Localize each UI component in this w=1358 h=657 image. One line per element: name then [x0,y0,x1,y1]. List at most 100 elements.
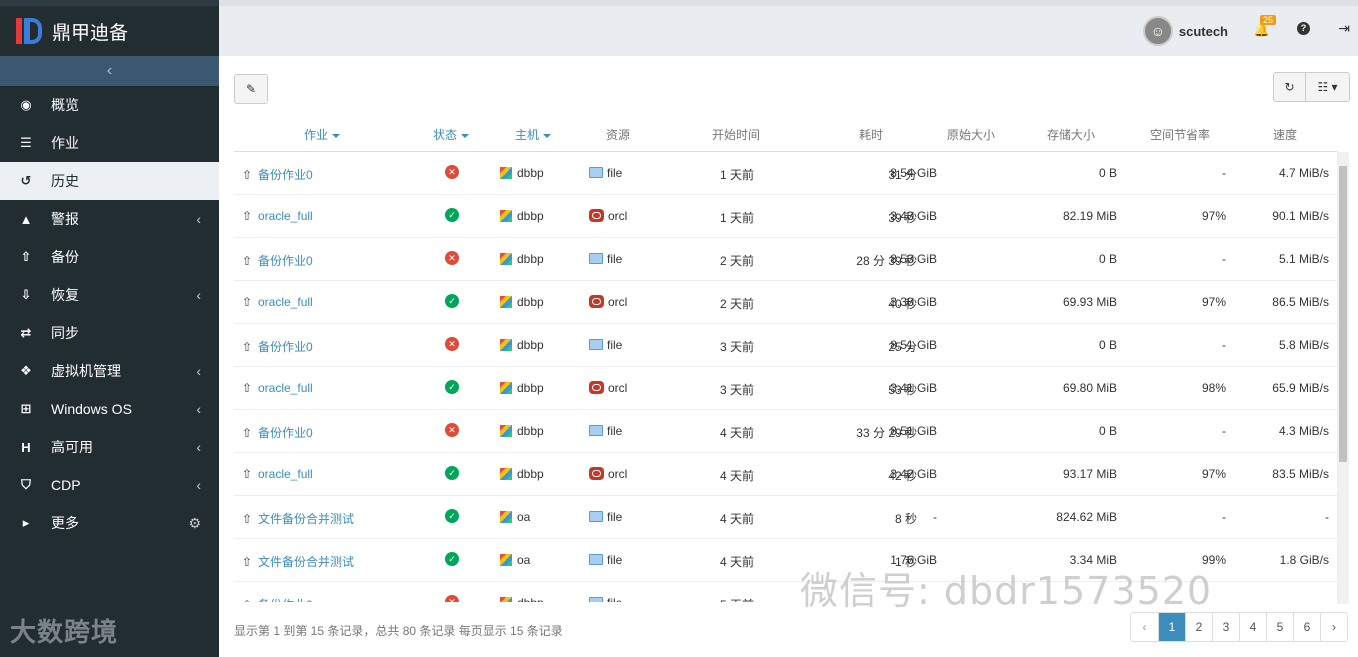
cell-host: dbbp [500,166,544,180]
th-duration[interactable]: 耗时 [859,126,883,143]
job-link[interactable]: 备份作业0 [258,168,313,182]
sidebar-item[interactable]: ☰ 作业 [0,124,219,162]
scrollbar-thumb[interactable] [1339,166,1347,462]
th-resource[interactable]: 资源 [606,126,630,143]
sidebar-item[interactable]: ⇄ 同步 [0,314,219,352]
cell-saving: 97% [1201,209,1226,223]
help-icon[interactable]: ? [1297,22,1310,35]
refresh-button[interactable]: ↻ [1273,72,1306,102]
windows-icon: ⊞ [20,401,32,416]
folder-icon [589,511,603,522]
table-row[interactable]: ⇧ 文件备份合并测试 ✓ oa file 4 天前 - 824.62 MiB - - 8 秒 [234,496,1337,539]
edit-button[interactable]: ✎ [234,74,268,104]
table-row[interactable]: ⇧ 备份作业0 ✕ dbbp file 1 天前 8.54 GiB 0 B -4.7 MiB/s… [234,152,1337,195]
error-circle-icon: ✕ [445,337,459,351]
job-link[interactable]: 备份作业0 [258,254,313,268]
sidebar-item-label: 历史 [51,173,79,189]
sidebar-item[interactable]: ⇧ 备份 [0,238,219,276]
cell-duration: 42 秒 [888,469,917,483]
cell-duration: 28 分 39 秒 [856,254,917,268]
download-icon: ⇩ [20,287,32,302]
job-link[interactable]: oracle_full [258,209,313,223]
page-button[interactable]: 2 [1185,613,1212,641]
cell-host: dbbp [500,467,544,481]
table-row[interactable]: ⇧ oracle_full ✓ dbbp orcl 4 天前 3.42 GiB 93.17 M… [234,453,1337,496]
sidebar-item-label: 概览 [51,97,79,113]
table-row[interactable]: ⇧ 备份作业0 ✕ dbbp file 3 天前 8.51 GiB 0 B -5.8 MiB/s… [234,324,1337,367]
sidebar-item[interactable]: ◉ 概览 [0,86,219,124]
cell-store-size: 93.17 MiB [1062,467,1117,481]
host-name: dbbp [517,166,544,180]
logout-icon[interactable]: ⇥ [1338,20,1350,37]
job-link[interactable]: 文件备份合并测试 [258,555,354,569]
user-menu[interactable]: ☺ scutech [1142,16,1228,46]
th-start[interactable]: 开始时间 [712,126,760,143]
resource-name: file [607,424,623,438]
page-button[interactable]: 6 [1293,613,1320,641]
check-circle-icon: ✓ [445,466,459,480]
shield-icon: ⛉ [21,477,31,492]
cell-host: dbbp [500,295,544,309]
sidebar-item[interactable]: ↺ 历史 [0,162,219,200]
page-button[interactable]: 1 [1158,613,1185,641]
folder-icon [589,425,603,436]
page-button[interactable]: 4 [1239,613,1266,641]
upload-icon: ⇧ [242,254,253,268]
cell-speed: 4.3 MiB/s [1278,424,1329,438]
th-status[interactable]: 状态 [433,126,470,143]
cell-resource: file [589,424,622,438]
cell-saving: - [1222,166,1226,180]
th-orig-size[interactable]: 原始大小 [947,126,995,143]
sidebar-item[interactable]: ▸ 更多 ⚙ [0,504,219,542]
cell-speed: 4.7 MiB/s [1278,166,1329,180]
table-row[interactable]: ⇧ oracle_full ✓ dbbp orcl 1 天前 3.43 GiB 82.19 M… [234,195,1337,238]
cell-host: dbbp [500,209,544,223]
sidebar-toggle-button[interactable]: ‹ [0,56,219,86]
page-button[interactable]: 3 [1212,613,1239,641]
cell-start-time: 1 天前 [720,211,755,225]
host-name: oa [517,510,531,524]
oracle-icon [589,467,604,480]
chevron-left-icon: ‹ [106,62,113,79]
job-link[interactable]: 备份作业0 [258,340,313,354]
job-link[interactable]: 文件备份合并测试 [258,512,354,526]
upload-icon: ⇧ [242,295,253,309]
sidebar-item-label: CDP [51,477,81,493]
cell-start-time: 4 天前 [720,469,755,483]
th-speed[interactable]: 速度 [1273,126,1297,143]
exchange-icon: ⇄ [20,325,32,340]
table-row[interactable]: ⇧ oracle_full ✓ dbbp orcl 2 天前 3.38 GiB 69.93 M… [234,281,1337,324]
watermark-left: 大数跨境 [10,617,119,647]
oracle-icon [589,209,604,222]
table-row[interactable]: ⇧ 备份作业0 ✕ dbbp file 4 天前 8.51 GiB 0 B -4.3 MiB/s… [234,410,1337,453]
sidebar-item[interactable]: ⊞ Windows OS ‹ [0,390,219,428]
th-host[interactable]: 主机 [515,126,552,143]
table-row[interactable]: ⇧ 备份作业0 ✕ dbbp file 2 天前 8.53 GiB 0 B -5.1 MiB/s… [234,238,1337,281]
job-link[interactable]: oracle_full [258,295,313,309]
cell-duration: 25 分 [888,340,917,354]
th-job[interactable]: 作业 [304,126,341,143]
th-saving[interactable]: 空间节省率 [1150,126,1210,143]
job-link[interactable]: 备份作业0 [258,598,313,602]
brand[interactable]: 鼎甲迪备 [0,0,219,56]
sidebar-item[interactable]: ⛉ CDP ‹ [0,466,219,504]
cell-job: ⇧ 备份作业0 [242,596,313,602]
job-link[interactable]: oracle_full [258,381,313,395]
job-link[interactable]: 备份作业0 [258,426,313,440]
job-link[interactable]: oracle_full [258,467,313,481]
next-page-button[interactable]: › [1320,613,1347,641]
folder-icon [589,167,603,178]
upload-icon: ⇧ [242,598,254,602]
check-circle-icon: ✓ [445,208,459,222]
columns-button[interactable]: ☷ ▾ [1305,72,1350,102]
prev-page-button[interactable]: ‹ [1131,613,1158,641]
sidebar-item[interactable]: ⇩ 恢复 ‹ [0,276,219,314]
table-row[interactable]: ⇧ oracle_full ✓ dbbp orcl 3 天前 3.41 GiB 69.80 M… [234,367,1337,410]
check-circle-icon: ✓ [445,294,459,308]
page-button[interactable]: 5 [1266,613,1293,641]
sidebar-item-label: 虚拟机管理 [51,363,121,379]
sidebar-item[interactable]: H 高可用 ‹ [0,428,219,466]
th-store-size[interactable]: 存储大小 [1047,126,1095,143]
sidebar-item[interactable]: ❖ 虚拟机管理 ‹ [0,352,219,390]
sidebar-item[interactable]: ▲ 警报 ‹ [0,200,219,238]
